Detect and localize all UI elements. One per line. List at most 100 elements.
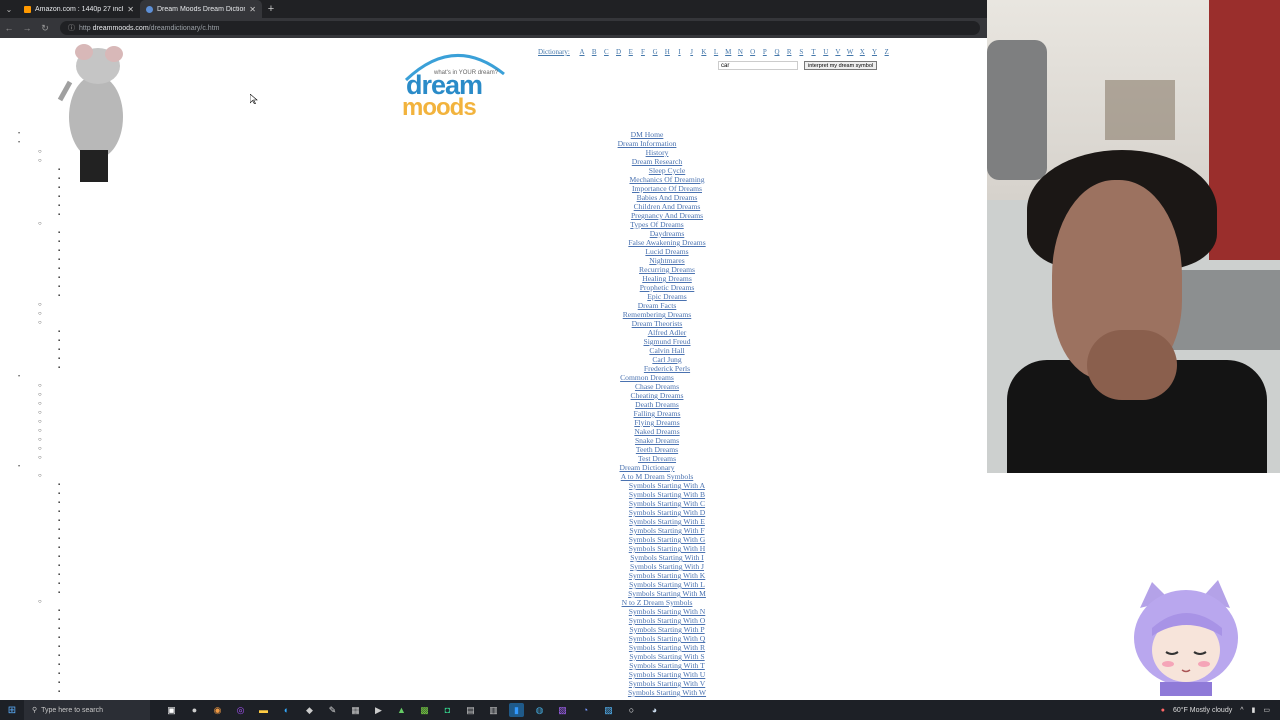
menu-link[interactable]: Prophetic Dreams: [640, 283, 695, 292]
menu-link[interactable]: Frederick Perls: [644, 364, 690, 373]
dictionary-letter-x[interactable]: X: [856, 48, 868, 56]
dictionary-letter-p[interactable]: P: [759, 48, 771, 56]
menu-link[interactable]: Mechanics Of Dreaming: [629, 175, 704, 184]
menu-link[interactable]: Carl Jung: [652, 355, 681, 364]
app-icon[interactable]: ✎: [325, 703, 340, 717]
menu-link[interactable]: Symbols Starting With S: [629, 652, 704, 661]
menu-link[interactable]: History: [646, 148, 669, 157]
menu-link[interactable]: Flying Dreams: [634, 418, 679, 427]
close-tab-icon[interactable]: ✕: [249, 5, 256, 14]
app-icon[interactable]: ◆: [302, 703, 317, 717]
dictionary-letter-n[interactable]: N: [734, 48, 746, 56]
menu-link[interactable]: Healing Dreams: [642, 274, 692, 283]
app-icon[interactable]: ▥: [486, 703, 501, 717]
menu-link[interactable]: Remembering Dreams: [623, 310, 692, 319]
edge-icon[interactable]: ◐: [279, 703, 294, 717]
app-icon[interactable]: ◍: [532, 703, 547, 717]
dream-symbol-input[interactable]: [718, 61, 798, 70]
menu-link[interactable]: Teeth Dreams: [636, 445, 678, 454]
menu-link[interactable]: Nightmares: [649, 256, 684, 265]
menu-link[interactable]: Dream Information: [618, 139, 677, 148]
chrome-icon[interactable]: ◉: [210, 703, 225, 717]
menu-link[interactable]: Symbols Starting With F: [629, 526, 704, 535]
app-icon[interactable]: ○: [624, 703, 639, 717]
new-tab-plus-icon[interactable]: +: [262, 3, 280, 15]
steam-icon[interactable]: ◕: [647, 703, 662, 717]
menu-link[interactable]: Calvin Hall: [649, 346, 684, 355]
menu-link[interactable]: Snake Dreams: [635, 436, 679, 445]
dictionary-letter-s[interactable]: S: [795, 48, 807, 56]
menu-link[interactable]: False Awakening Dreams: [628, 238, 705, 247]
dictionary-letter-t[interactable]: T: [807, 48, 819, 56]
menu-link[interactable]: Symbols Starting With W: [628, 688, 706, 697]
menu-link[interactable]: Alfred Adler: [648, 328, 687, 337]
dictionary-letter-d[interactable]: D: [612, 48, 624, 56]
menu-link[interactable]: Symbols Starting With P: [629, 625, 704, 634]
menu-link[interactable]: Symbols Starting With G: [629, 535, 706, 544]
dictionary-letter-r[interactable]: R: [783, 48, 795, 56]
menu-link[interactable]: Dream Facts: [638, 301, 677, 310]
file-explorer-icon[interactable]: ▬: [256, 703, 271, 717]
menu-link[interactable]: Symbols Starting With V: [629, 679, 705, 688]
weather-text[interactable]: 60°F Mostly cloudy: [1173, 707, 1232, 714]
dictionary-letter-k[interactable]: K: [698, 48, 710, 56]
dictionary-letter-l[interactable]: L: [710, 48, 722, 56]
menu-link[interactable]: Death Dreams: [635, 400, 679, 409]
menu-link[interactable]: Symbols Starting With J: [630, 562, 704, 571]
dictionary-label[interactable]: Dictionary:: [538, 48, 570, 56]
menu-link[interactable]: Common Dreams: [620, 373, 674, 382]
forward-arrow-icon[interactable]: →: [18, 23, 36, 33]
reload-icon[interactable]: ↻: [36, 23, 54, 34]
menu-link[interactable]: Epic Dreams: [647, 292, 686, 301]
close-tab-icon[interactable]: ✕: [127, 5, 134, 14]
dictionary-letter-c[interactable]: C: [600, 48, 612, 56]
menu-link[interactable]: A to M Dream Symbols: [621, 472, 694, 481]
interpret-button[interactable]: interpret my dream symbol: [804, 61, 878, 70]
menu-link[interactable]: Recurring Dreams: [639, 265, 695, 274]
dictionary-letter-u[interactable]: U: [820, 48, 832, 56]
menu-link[interactable]: Falling Dreams: [633, 409, 680, 418]
menu-link[interactable]: Symbols Starting With H: [629, 544, 706, 553]
dictionary-letter-o[interactable]: O: [747, 48, 759, 56]
menu-link[interactable]: Dream Dictionary: [619, 463, 674, 472]
menu-link[interactable]: Symbols Starting With Q: [629, 634, 706, 643]
dictionary-letter-j[interactable]: J: [686, 48, 698, 56]
menu-link[interactable]: Symbols Starting With L: [629, 580, 705, 589]
menu-link[interactable]: Dream Research: [632, 157, 682, 166]
app-icon[interactable]: ▨: [601, 703, 616, 717]
chevron-up-icon[interactable]: ^: [1240, 707, 1243, 714]
menu-link[interactable]: Symbols Starting With K: [629, 571, 706, 580]
obs-icon[interactable]: ●: [187, 703, 202, 717]
back-arrow-icon[interactable]: ←: [0, 23, 18, 33]
menu-link[interactable]: Symbols Starting With M: [628, 589, 706, 598]
menu-link[interactable]: Symbols Starting With I: [630, 553, 704, 562]
dictionary-letter-b[interactable]: B: [588, 48, 600, 56]
tab-amazon[interactable]: Amazon.com : 1440p 27 inch ✕: [18, 0, 140, 18]
task-view-icon[interactable]: ▣: [164, 703, 179, 717]
dictionary-letter-w[interactable]: W: [844, 48, 856, 56]
dictionary-letter-g[interactable]: G: [649, 48, 661, 56]
dictionary-letter-q[interactable]: Q: [771, 48, 783, 56]
menu-link[interactable]: Cheating Dreams: [631, 391, 684, 400]
menu-link[interactable]: Sleep Cycle: [649, 166, 685, 175]
dream-moods-logo[interactable]: what's in YOUR dream? dream moods: [396, 44, 514, 122]
menu-link[interactable]: Types Of Dreams: [630, 220, 683, 229]
menu-link[interactable]: Importance Of Dreams: [632, 184, 702, 193]
info-icon[interactable]: ⓘ: [68, 23, 75, 33]
url-bar[interactable]: ⓘ http dreammoods.com/dreamdictionary/c.…: [60, 21, 980, 35]
menu-link[interactable]: N to Z Dream Symbols: [622, 598, 693, 607]
menu-link[interactable]: Symbols Starting With R: [629, 643, 705, 652]
app-icon[interactable]: ▧: [555, 703, 570, 717]
dictionary-letter-y[interactable]: Y: [868, 48, 880, 56]
menu-link[interactable]: Pregnancy And Dreams: [631, 211, 703, 220]
menu-link[interactable]: Symbols Starting With N: [629, 607, 706, 616]
tab-search-icon[interactable]: ⌄: [0, 5, 18, 14]
dictionary-letter-a[interactable]: A: [576, 48, 588, 56]
menu-link[interactable]: Lucid Dreams: [645, 247, 688, 256]
menu-link[interactable]: Sigmund Freud: [643, 337, 690, 346]
app-icon[interactable]: ▲: [394, 703, 409, 717]
menu-link[interactable]: Test Dreams: [638, 454, 676, 463]
dictionary-letter-h[interactable]: H: [661, 48, 673, 56]
menu-link[interactable]: Symbols Starting With C: [629, 499, 705, 508]
menu-link[interactable]: Dream Theorists: [632, 319, 683, 328]
